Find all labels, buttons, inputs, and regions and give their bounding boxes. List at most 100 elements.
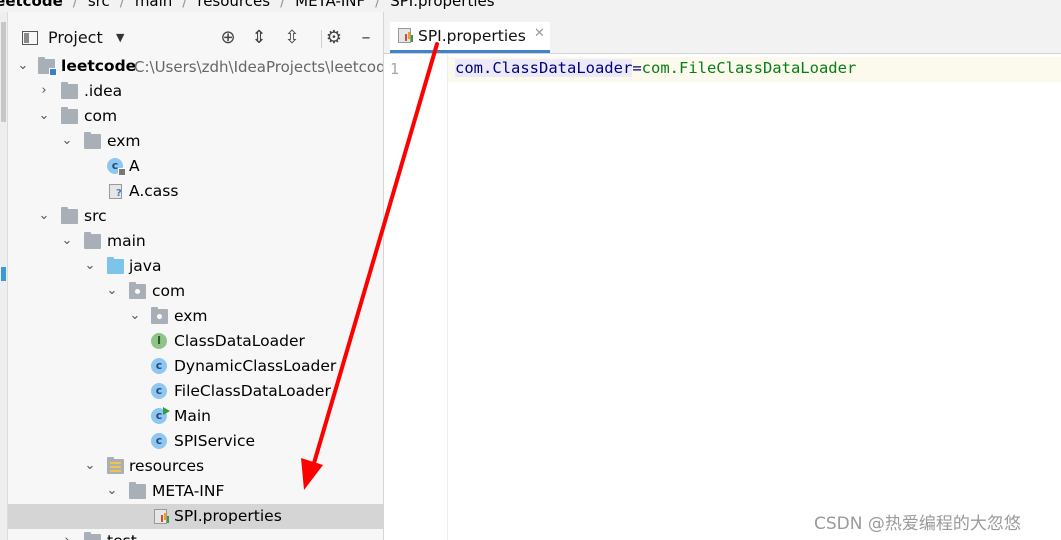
locate-icon[interactable]: ⊕ xyxy=(217,27,239,49)
tree-label: SPI.properties xyxy=(174,507,282,525)
chevron-down-icon[interactable]: ⌄ xyxy=(60,229,74,254)
breadcrumb-separator: / xyxy=(182,0,188,10)
folder-icon xyxy=(61,82,78,99)
project-icon xyxy=(22,31,38,45)
tree-label: .idea xyxy=(84,82,123,100)
chevron-down-icon[interactable]: ⌄ xyxy=(128,304,142,329)
tab-spi-properties[interactable]: SPI.properties ✕ xyxy=(390,22,550,53)
folder-icon xyxy=(84,532,101,540)
folder-icon xyxy=(84,232,101,249)
tree-label: java xyxy=(129,257,162,275)
tree-row-idea[interactable]: › .idea xyxy=(8,79,383,104)
tree-row-com-package[interactable]: ⌄ com xyxy=(8,279,383,304)
tree-label: FileClassDataLoader xyxy=(174,382,331,400)
collapse-all-icon[interactable]: ⇳ xyxy=(281,27,303,49)
module-folder-icon xyxy=(38,57,57,76)
tree-row-resources[interactable]: ⌄ resources xyxy=(8,454,383,479)
interface-icon: I xyxy=(151,333,167,349)
chevron-down-icon[interactable]: ⌄ xyxy=(37,204,51,229)
tree-row-main[interactable]: ⌄ main xyxy=(8,229,383,254)
code-editor[interactable]: com.ClassDataLoader=com.FileClassDataLoa… xyxy=(448,54,1061,540)
chevron-right-icon[interactable]: › xyxy=(60,529,74,540)
tree-row-test[interactable]: › test xyxy=(8,529,383,540)
code-line[interactable]: com.ClassDataLoader=com.FileClassDataLoa… xyxy=(455,59,856,77)
tree-row-java[interactable]: ⌄ java xyxy=(8,254,383,279)
folder-icon xyxy=(84,132,101,149)
line-number: 1 xyxy=(390,60,400,78)
tree-label: Main xyxy=(174,407,212,425)
folder-icon xyxy=(129,482,146,499)
package-icon xyxy=(129,282,146,299)
tree-row-classdataloader[interactable]: I ClassDataLoader xyxy=(8,329,383,354)
tree-label: com xyxy=(84,107,118,125)
structure-tool-button[interactable] xyxy=(1,267,6,281)
project-panel: Project ▼ ⊕ ⇕ ⇳ ⚙ – ⌄ leetcode C:\Users\… xyxy=(8,12,384,540)
tree-label: DynamicClassLoader xyxy=(174,357,337,375)
close-icon[interactable]: ✕ xyxy=(534,26,545,41)
chevron-right-icon[interactable]: › xyxy=(37,79,51,104)
tool-window-strip[interactable] xyxy=(0,12,8,540)
tree-label: exm xyxy=(174,307,208,325)
tree-row-spiservice[interactable]: c SPIService xyxy=(8,429,383,454)
class-icon: c xyxy=(151,383,167,399)
breadcrumb-separator: / xyxy=(119,0,125,10)
editor-gutter: 1 xyxy=(384,54,448,540)
tree-label: A.cass xyxy=(129,182,179,200)
chevron-down-icon[interactable]: ⌄ xyxy=(60,129,74,154)
tab-label: SPI.properties xyxy=(418,27,526,45)
watermark: CSDN @热爱编程的大忽悠 xyxy=(814,514,1021,534)
tree-row-a[interactable]: c A xyxy=(8,154,383,179)
breadcrumb-item-main[interactable]: main xyxy=(135,0,172,10)
chevron-down-icon[interactable]: ⌄ xyxy=(83,454,97,479)
project-path: C:\Users\zdh\IdeaProjects\leetcod xyxy=(134,58,384,76)
tree-label: src xyxy=(84,207,107,225)
chevron-down-icon[interactable]: ⌄ xyxy=(37,104,51,129)
tree-label: com xyxy=(152,282,186,300)
class-icon: c xyxy=(151,358,167,374)
chevron-down-icon[interactable]: ⌄ xyxy=(105,479,119,504)
breadcrumb-item-src[interactable]: src xyxy=(88,0,110,10)
tree-row-exm-package[interactable]: ⌄ exm xyxy=(8,304,383,329)
tree-label: leetcode xyxy=(61,57,137,75)
tree-label: main xyxy=(107,232,146,250)
tree-row-exm[interactable]: ⌄ exm xyxy=(8,129,383,154)
divider xyxy=(321,30,322,48)
main-class-icon: c xyxy=(151,407,170,424)
editor-tab-bar: SPI.properties ✕ xyxy=(384,12,1061,54)
project-tool-button[interactable] xyxy=(1,22,6,122)
breadcrumb-separator: / xyxy=(280,0,286,10)
tree-row-src[interactable]: ⌄ src xyxy=(8,204,383,229)
chevron-down-icon[interactable]: ⌄ xyxy=(83,254,97,279)
property-value: com.FileClassDataLoader xyxy=(641,59,857,77)
tree-row-com[interactable]: ⌄ com xyxy=(8,104,383,129)
properties-file-icon xyxy=(398,28,411,43)
tree-row-main-class[interactable]: c Main xyxy=(8,404,383,429)
resources-folder-icon xyxy=(107,457,124,474)
breadcrumb-item-file[interactable]: SPI.properties xyxy=(390,0,494,10)
tree-row-meta-inf[interactable]: ⌄ META-INF xyxy=(8,479,383,504)
gear-icon[interactable]: ⚙ xyxy=(323,27,345,49)
source-folder-icon xyxy=(107,257,124,274)
tree-row-a-cass[interactable]: A.cass xyxy=(8,179,383,204)
package-icon xyxy=(151,307,168,324)
breadcrumb-separator: / xyxy=(72,0,78,10)
breadcrumb-item-resources[interactable]: resources xyxy=(197,0,270,10)
property-key: com.ClassDataLoader xyxy=(455,59,633,77)
tree-label: META-INF xyxy=(152,482,225,500)
chevron-down-icon[interactable]: ▼ xyxy=(116,31,124,44)
minimize-icon[interactable]: – xyxy=(355,27,377,49)
tree-row-fileclassdataloader[interactable]: c FileClassDataLoader xyxy=(8,379,383,404)
tree-row-dynamicclassloader[interactable]: c DynamicClassLoader xyxy=(8,354,383,379)
expand-all-icon[interactable]: ⇕ xyxy=(248,27,270,49)
breadcrumb-item-meta-inf[interactable]: META-INF xyxy=(295,0,365,10)
breadcrumb-separator: / xyxy=(375,0,381,10)
chevron-down-icon[interactable]: ⌄ xyxy=(105,279,119,304)
project-panel-title[interactable]: Project xyxy=(48,28,103,47)
tree-label: ClassDataLoader xyxy=(174,332,305,350)
tree-row-leetcode[interactable]: ⌄ leetcode C:\Users\zdh\IdeaProjects\lee… xyxy=(8,54,383,79)
folder-icon xyxy=(61,107,78,124)
breadcrumb-item-project[interactable]: leetcode xyxy=(0,0,63,10)
tree-row-spi-properties[interactable]: SPI.properties xyxy=(8,504,383,529)
property-separator: = xyxy=(632,59,642,77)
chevron-down-icon[interactable]: ⌄ xyxy=(16,54,30,79)
